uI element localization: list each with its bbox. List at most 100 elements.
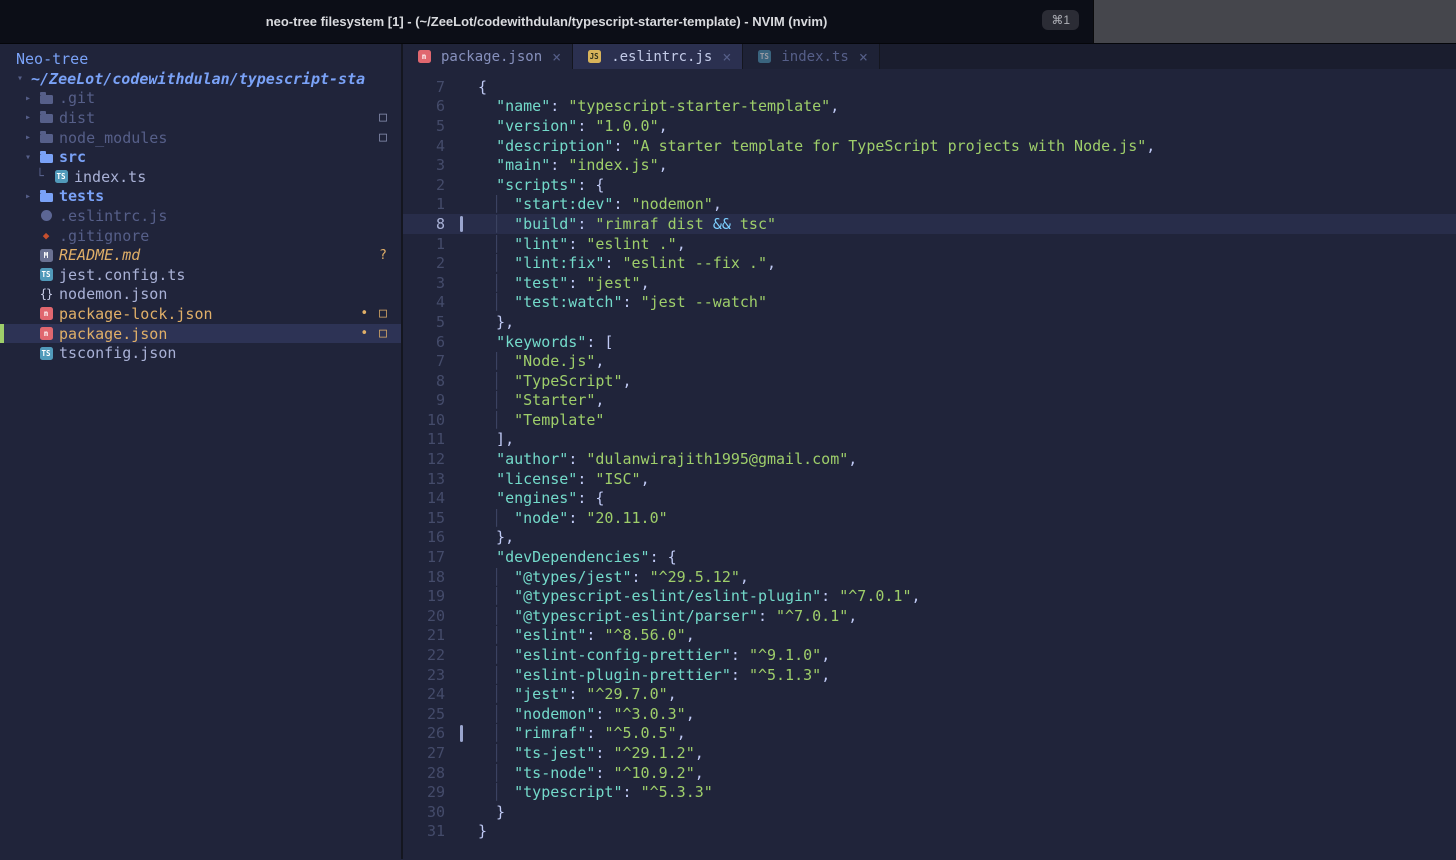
code-line-26[interactable]: 18 ▏ "@types/jest": "^29.5.12", <box>403 567 1456 587</box>
tree-item-tests[interactable]: ▸ tests <box>0 187 401 207</box>
code-area[interactable]: 7{6 "name": "typescript-starter-template… <box>403 69 1456 859</box>
tree-item-nodemon-json[interactable]: {} nodemon.json <box>0 285 401 305</box>
code-line-20[interactable]: 12 "author": "dulanwirajith1995@gmail.co… <box>403 449 1456 469</box>
sign-column <box>449 547 478 567</box>
tree-item-git[interactable]: ▸ .git <box>0 89 401 109</box>
code-line-28[interactable]: 20 ▏ "@typescript-eslint/parser": "^7.0.… <box>403 606 1456 626</box>
ts-icon: TS <box>39 346 53 360</box>
code-line-4[interactable]: 4 "description": "A starter template for… <box>403 136 1456 156</box>
sign-column <box>449 606 478 626</box>
code-line-38[interactable]: 30 } <box>403 802 1456 822</box>
file-tree: ▾ ~/ZeeLot/codewithdulan/typescript-sta ▸.… <box>0 69 401 363</box>
close-icon[interactable]: × <box>552 48 561 66</box>
chevron-right-icon[interactable]: ▸ <box>20 191 36 202</box>
chevron-down-icon[interactable]: ▾ <box>20 152 36 163</box>
code-line-6[interactable]: 2 "scripts": { <box>403 175 1456 195</box>
line-number: 2 <box>435 175 445 194</box>
code-line-24[interactable]: 16 }, <box>403 528 1456 548</box>
sign-column <box>449 567 478 587</box>
code-line-17[interactable]: 9 ▏ "Starter", <box>403 391 1456 411</box>
tree-item-package-lock-json[interactable]: n package-lock.json • □ <box>0 304 401 324</box>
tab-label: package.json <box>441 48 543 65</box>
line-number: 7 <box>435 352 445 371</box>
code-line-18[interactable]: 10 ▏ "Template" <box>403 410 1456 430</box>
code-line-5[interactable]: 3 "main": "index.js", <box>403 155 1456 175</box>
chevron-right-icon[interactable]: ▸ <box>20 93 36 104</box>
chevron-down-icon[interactable]: ▾ <box>12 73 28 84</box>
code-line-7[interactable]: 1 ▏ "start:dev": "nodemon", <box>403 195 1456 215</box>
sign-column <box>449 763 478 783</box>
code-line-35[interactable]: 27 ▏ "ts-jest": "^29.1.2", <box>403 743 1456 763</box>
chevron-right-icon[interactable]: ▸ <box>20 112 36 123</box>
tree-item-label: tsconfig.json <box>59 344 177 363</box>
code-line-1[interactable]: 7{ <box>403 77 1456 97</box>
code-line-9[interactable]: 1 ▏ "lint": "eslint .", <box>403 234 1456 254</box>
chevron-right-icon[interactable]: ▸ <box>20 132 36 143</box>
code-line-23[interactable]: 15 ▏ "node": "20.11.0" <box>403 508 1456 528</box>
git-ignored-icon: □ <box>379 130 387 146</box>
tree-item-zeelot-codewithdulan-typescript-sta[interactable]: ▾ ~/ZeeLot/codewithdulan/typescript-sta <box>0 69 401 89</box>
code-line-15[interactable]: 7 ▏ "Node.js", <box>403 351 1456 371</box>
code-line-39[interactable]: 31} <box>403 822 1456 842</box>
code-text: ▏ "Node.js", <box>496 352 605 371</box>
line-number: 10 <box>426 410 445 429</box>
sign-column <box>449 822 478 842</box>
tree-item-label: node_modules <box>59 128 168 147</box>
sign-column <box>449 488 478 508</box>
close-icon[interactable]: × <box>722 48 731 66</box>
line-number: 11 <box>426 430 445 449</box>
npm-icon: n <box>36 327 56 341</box>
window-titlebar: neo-tree filesystem [1] - (~/ZeeLot/code… <box>0 0 1456 44</box>
code-line-37[interactable]: 29 ▏ "typescript": "^5.3.3" <box>403 782 1456 802</box>
tree-item-jest-config-ts[interactable]: TS jest.config.ts <box>0 265 401 285</box>
code-line-14[interactable]: 6 "keywords": [ <box>403 332 1456 352</box>
code-line-21[interactable]: 13 "license": "ISC", <box>403 469 1456 489</box>
sign-column <box>449 586 478 606</box>
tree-item-eslintrc-js[interactable]: .eslintrc.js <box>0 206 401 226</box>
code-line-3[interactable]: 5 "version": "1.0.0", <box>403 116 1456 136</box>
terminal-tab[interactable]: neo-tree filesystem [1] - (~/ZeeLot/code… <box>0 0 1093 43</box>
code-line-8[interactable]: 8 ▏ "build": "rimraf dist && tsc" <box>403 214 1456 234</box>
code-line-16[interactable]: 8 ▏ "TypeScript", <box>403 371 1456 391</box>
code-line-19[interactable]: 11 ], <box>403 430 1456 450</box>
tree-item-index-ts[interactable]: └ TS index.ts <box>0 167 401 187</box>
code-line-22[interactable]: 14 "engines": { <box>403 488 1456 508</box>
tree-item-src[interactable]: ▾ src <box>0 147 401 167</box>
code-line-29[interactable]: 21 ▏ "eslint": "^8.56.0", <box>403 626 1456 646</box>
sidebar-title: Neo-tree <box>16 50 89 68</box>
code-line-11[interactable]: 3 ▏ "test": "jest", <box>403 273 1456 293</box>
line-number: 18 <box>426 567 445 586</box>
code-line-27[interactable]: 19 ▏ "@typescript-eslint/eslint-plugin":… <box>403 586 1456 606</box>
tree-item-readme-md[interactable]: M README.md? <box>0 245 401 265</box>
code-line-2[interactable]: 6 "name": "typescript-starter-template", <box>403 97 1456 117</box>
code-line-13[interactable]: 5 }, <box>403 312 1456 332</box>
code-line-32[interactable]: 24 ▏ "jest": "^29.7.0", <box>403 684 1456 704</box>
code-line-34[interactable]: 26 ▏ "rimraf": "^5.0.5", <box>403 724 1456 744</box>
close-icon[interactable]: × <box>859 48 868 66</box>
tree-item-tsconfig-json[interactable]: TS tsconfig.json <box>0 343 401 363</box>
code-line-10[interactable]: 2 ▏ "lint:fix": "eslint --fix .", <box>403 253 1456 273</box>
tree-item-node-modules[interactable]: ▸ node_modules □ <box>0 128 401 148</box>
code-text: ▏ "node": "20.11.0" <box>496 508 668 527</box>
sign-column <box>449 626 478 646</box>
code-line-12[interactable]: 4 ▏ "test:watch": "jest --watch" <box>403 293 1456 313</box>
ts-icon: TS <box>757 50 771 63</box>
line-number: 20 <box>426 606 445 625</box>
tree-item-package-json[interactable]: n package.json • □ <box>0 323 401 344</box>
tab-eslintrc-js[interactable]: JS .eslintrc.js × <box>573 44 744 69</box>
neo-tree-sidebar: Neo-tree ▾ ~/ZeeLot/codewithdulan/typescr… <box>0 44 403 859</box>
code-line-30[interactable]: 22 ▏ "eslint-config-prettier": "^9.1.0", <box>403 645 1456 665</box>
code-line-25[interactable]: 17 "devDependencies": { <box>403 547 1456 567</box>
sign-column <box>449 410 478 430</box>
tab-index-ts[interactable]: TS index.ts × <box>743 44 880 69</box>
js-icon: JS <box>587 50 601 63</box>
tree-item-gitignore[interactable]: ◆ .gitignore <box>0 226 401 246</box>
tree-item-dist[interactable]: ▸ dist □ <box>0 108 401 128</box>
tab-package-json[interactable]: n package.json × <box>403 44 574 69</box>
code-line-31[interactable]: 23 ▏ "eslint-plugin-prettier": "^5.1.3", <box>403 665 1456 685</box>
code-text: ], <box>478 430 515 449</box>
code-line-36[interactable]: 28 ▏ "ts-node": "^10.9.2", <box>403 763 1456 783</box>
code-line-33[interactable]: 25 ▏ "nodemon": "^3.0.3", <box>403 704 1456 724</box>
code-text: ▏ "test": "jest", <box>496 273 650 292</box>
tab-label: .eslintrc.js <box>611 48 713 65</box>
